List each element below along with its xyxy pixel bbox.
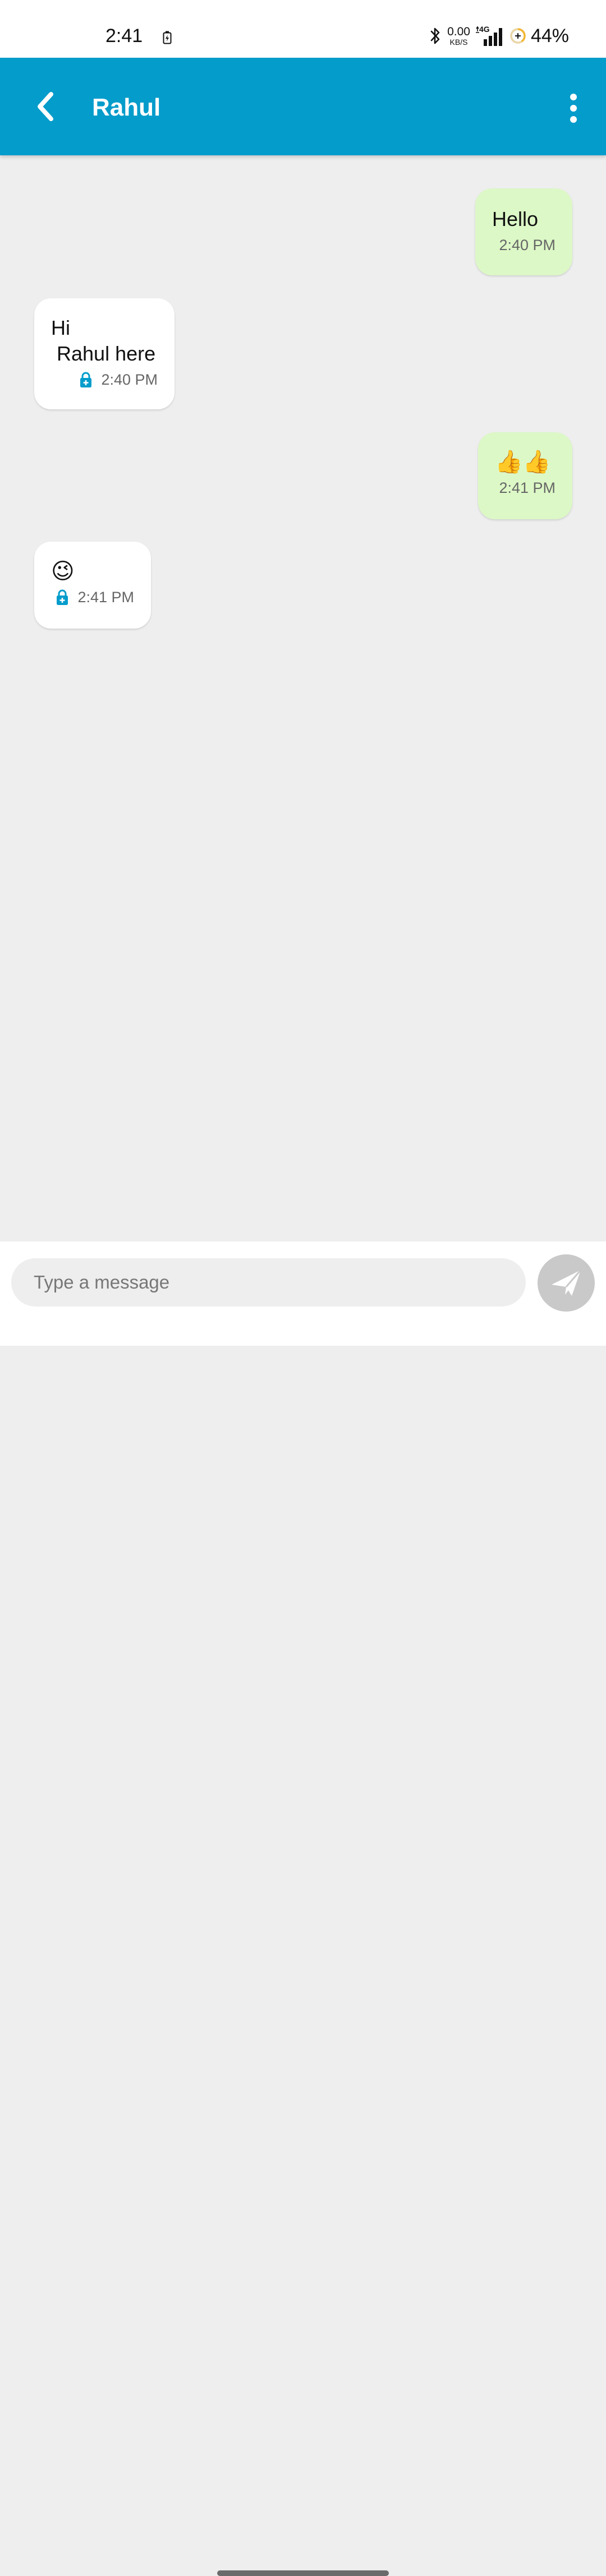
battery-icon — [510, 28, 526, 44]
message-text: 👍👍 — [495, 450, 551, 474]
battery-percent: 44% — [530, 25, 569, 47]
message-text: 😉 — [51, 559, 75, 584]
home-indicator[interactable] — [217, 2570, 389, 2576]
message-time: 2:40 PM — [101, 371, 158, 388]
network-speed-value: 0.00 — [447, 25, 470, 38]
message-time: 2:41 PM — [499, 479, 556, 496]
chat-header: Rahul — [0, 58, 606, 155]
lock-icon — [80, 372, 92, 387]
send-button[interactable] — [538, 1254, 595, 1312]
more-vertical-icon — [570, 94, 577, 123]
contact-name[interactable]: Rahul — [92, 94, 160, 122]
status-time: 2:41 — [105, 25, 143, 47]
composer-bar — [0, 1241, 606, 2576]
status-bar: 2:41 0.00 KB/S 4G 44% — [0, 0, 606, 58]
back-button[interactable] — [26, 85, 65, 128]
message-meta: 2:41 PM — [495, 478, 556, 497]
send-icon — [552, 1269, 582, 1296]
chevron-left-icon — [38, 92, 53, 121]
battery-saver-icon — [163, 31, 172, 44]
message-meta: 2:40 PM — [51, 370, 158, 389]
message-text: Hello — [492, 207, 539, 230]
message-time: 2:40 PM — [499, 237, 556, 253]
network-speed-unit: KB/S — [449, 38, 468, 47]
message-meta: 2:41 PM — [51, 588, 134, 607]
signal-icon: 4G — [475, 25, 505, 46]
message-meta: 2:40 PM — [492, 236, 556, 255]
more-options-button[interactable] — [553, 85, 594, 132]
bluetooth-icon — [430, 27, 440, 44]
message-time: 2:41 PM — [77, 589, 134, 606]
message-input[interactable] — [11, 1258, 526, 1307]
network-type-label: 4G — [479, 25, 490, 34]
message-text: Hi Rahul here — [51, 316, 156, 365]
message-bubble-received[interactable]: Hi Rahul here 2:40 PM — [34, 298, 175, 409]
message-bubble-received[interactable]: 😉 2:41 PM — [34, 542, 151, 629]
network-speed: 0.00 KB/S — [447, 26, 470, 46]
message-bubble-sent[interactable]: 👍👍 2:41 PM — [478, 432, 572, 519]
status-icons: 0.00 KB/S 4G 44% — [428, 25, 569, 47]
lock-icon — [57, 589, 68, 605]
message-bubble-sent[interactable]: Hello 2:40 PM — [475, 188, 572, 275]
